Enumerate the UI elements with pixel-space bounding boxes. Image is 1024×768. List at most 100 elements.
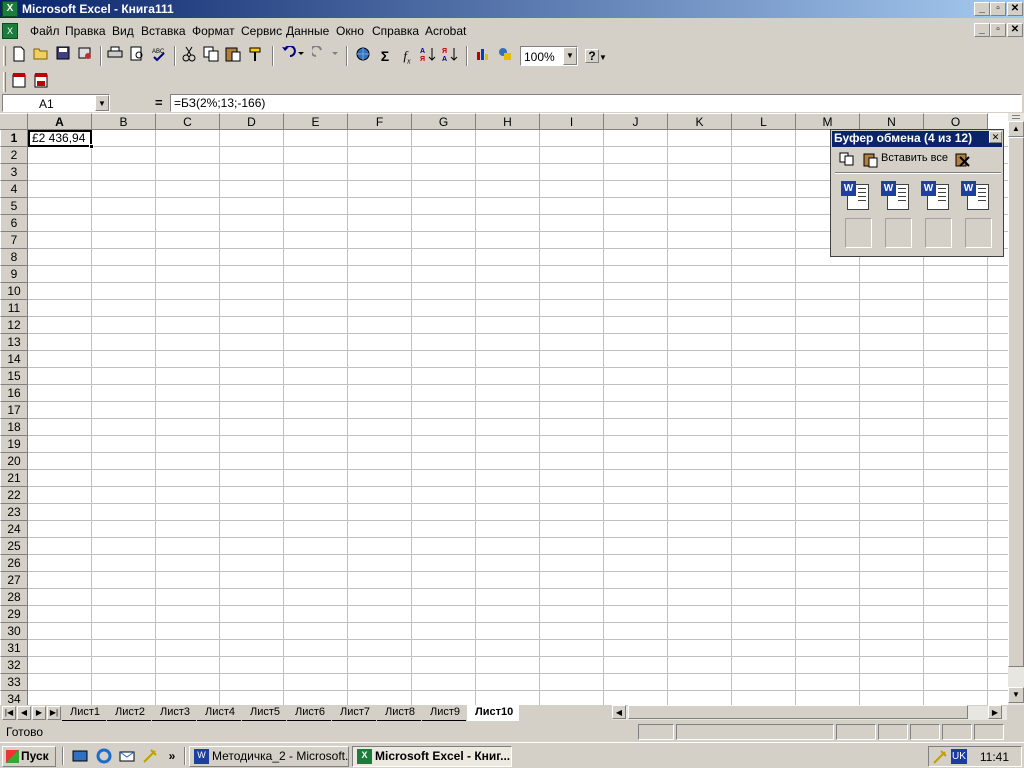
- column-header[interactable]: G: [412, 113, 476, 130]
- active-cell-a1[interactable]: £2 436,94: [28, 130, 94, 149]
- zoom-dropdown-icon[interactable]: ▼: [563, 47, 577, 65]
- paste-icon[interactable]: [222, 46, 244, 66]
- column-header[interactable]: M: [796, 113, 860, 130]
- row-header[interactable]: 19: [0, 436, 28, 453]
- zoom-select[interactable]: 100% ▼: [520, 46, 578, 66]
- menu-edit[interactable]: Правка: [65, 24, 106, 38]
- word-clip-icon[interactable]: W: [919, 180, 951, 212]
- column-header[interactable]: D: [220, 113, 284, 130]
- row-header[interactable]: 20: [0, 453, 28, 470]
- internet-explorer-icon[interactable]: [96, 748, 112, 764]
- formula-input[interactable]: =БЗ(2%;13;-166): [170, 94, 1022, 112]
- column-header[interactable]: F: [348, 113, 412, 130]
- column-header[interactable]: E: [284, 113, 348, 130]
- chart-wizard-icon[interactable]: [472, 46, 494, 66]
- fill-handle[interactable]: [89, 144, 94, 149]
- edit-formula-button[interactable]: =: [155, 95, 163, 110]
- hyperlink-icon[interactable]: [352, 46, 374, 66]
- row-header[interactable]: 14: [0, 351, 28, 368]
- horizontal-scrollbar[interactable]: ◀ ▶: [612, 705, 1007, 720]
- row-header[interactable]: 25: [0, 538, 28, 555]
- column-header[interactable]: H: [476, 113, 540, 130]
- row-header[interactable]: 10: [0, 283, 28, 300]
- menu-window[interactable]: Окно: [336, 24, 364, 38]
- sheet-tab[interactable]: Лист5: [242, 705, 287, 721]
- sheet-tab[interactable]: Лист7: [332, 705, 377, 721]
- close-button[interactable]: ✕: [1007, 2, 1023, 16]
- sheet-tab[interactable]: Лист6: [287, 705, 332, 721]
- drawing-icon[interactable]: [494, 46, 516, 66]
- open-icon[interactable]: [30, 46, 52, 66]
- scroll-right-icon[interactable]: ▶: [988, 705, 1002, 719]
- column-header[interactable]: A: [28, 113, 92, 130]
- sort-asc-icon[interactable]: АЯ: [418, 46, 440, 66]
- undo-icon[interactable]: [276, 45, 306, 66]
- hscroll-thumb[interactable]: [628, 705, 968, 719]
- row-header[interactable]: 32: [0, 657, 28, 674]
- word-clip-icon[interactable]: W: [879, 180, 911, 212]
- row-header[interactable]: 29: [0, 606, 28, 623]
- row-header[interactable]: 9: [0, 266, 28, 283]
- sheet-tab[interactable]: Лист8: [377, 705, 422, 721]
- row-header[interactable]: 18: [0, 419, 28, 436]
- function-icon[interactable]: fx: [396, 46, 418, 66]
- menu-data[interactable]: Данные: [286, 24, 329, 38]
- row-header[interactable]: 15: [0, 368, 28, 385]
- row-header[interactable]: 24: [0, 521, 28, 538]
- doc-minimize-button[interactable]: _: [974, 23, 990, 37]
- row-header[interactable]: 3: [0, 164, 28, 181]
- format-painter-icon[interactable]: [244, 46, 266, 66]
- row-header[interactable]: 16: [0, 385, 28, 402]
- save-icon[interactable]: [52, 46, 74, 66]
- row-header[interactable]: 26: [0, 555, 28, 572]
- paste-all-button[interactable]: Вставить все: [881, 152, 948, 164]
- column-header[interactable]: K: [668, 113, 732, 130]
- row-header[interactable]: 33: [0, 674, 28, 691]
- scroll-up-icon[interactable]: ▲: [1008, 121, 1024, 137]
- row-header[interactable]: 30: [0, 623, 28, 640]
- sort-desc-icon[interactable]: ЯА: [440, 46, 462, 66]
- print-icon[interactable]: [104, 46, 126, 66]
- row-header[interactable]: 1: [0, 130, 28, 147]
- vertical-scrollbar[interactable]: ▲ ▼: [1008, 113, 1024, 705]
- doc-close-button[interactable]: ✕: [1007, 23, 1023, 37]
- first-sheet-icon[interactable]: |◀: [2, 706, 16, 720]
- restore-button[interactable]: ▫: [990, 2, 1006, 16]
- doc-restore-button[interactable]: ▫: [990, 23, 1006, 37]
- word-clip-icon[interactable]: W: [959, 180, 991, 212]
- select-all-corner[interactable]: [0, 113, 28, 130]
- row-header[interactable]: 5: [0, 198, 28, 215]
- column-header[interactable]: J: [604, 113, 668, 130]
- start-button[interactable]: Пуск: [2, 746, 56, 767]
- row-header[interactable]: 4: [0, 181, 28, 198]
- copy-icon[interactable]: [200, 46, 222, 66]
- row-header[interactable]: 27: [0, 572, 28, 589]
- sheet-tab[interactable]: Лист4: [197, 705, 242, 721]
- row-header[interactable]: 11: [0, 300, 28, 317]
- toolbar-grip[interactable]: [3, 46, 6, 66]
- last-sheet-icon[interactable]: ▶|: [47, 706, 61, 720]
- menu-file[interactable]: Файл: [30, 24, 60, 38]
- row-header[interactable]: 12: [0, 317, 28, 334]
- column-header[interactable]: B: [92, 113, 156, 130]
- row-header[interactable]: 34: [0, 691, 28, 705]
- workbook-icon[interactable]: X: [2, 23, 18, 39]
- clear-clipboard-icon[interactable]: [955, 152, 973, 168]
- scroll-thumb[interactable]: [1008, 137, 1024, 667]
- show-desktop-icon[interactable]: [72, 748, 88, 764]
- sheet-tab[interactable]: Лист9: [422, 705, 467, 721]
- cut-icon[interactable]: [178, 46, 200, 66]
- quick-launch-icon[interactable]: [142, 748, 158, 764]
- clipboard-close-icon[interactable]: ✕: [989, 131, 1002, 143]
- scroll-left-icon[interactable]: ◀: [612, 705, 626, 719]
- row-header[interactable]: 6: [0, 215, 28, 232]
- tray-icon[interactable]: [932, 749, 948, 765]
- row-header[interactable]: 22: [0, 487, 28, 504]
- convert-and-email-pdf-icon[interactable]: [30, 72, 52, 92]
- column-header[interactable]: I: [540, 113, 604, 130]
- minimize-button[interactable]: _: [974, 2, 990, 16]
- prev-sheet-icon[interactable]: ◀: [17, 706, 31, 720]
- row-header[interactable]: 28: [0, 589, 28, 606]
- help-icon[interactable]: ? ▼: [582, 46, 610, 66]
- scroll-down-icon[interactable]: ▼: [1008, 687, 1024, 703]
